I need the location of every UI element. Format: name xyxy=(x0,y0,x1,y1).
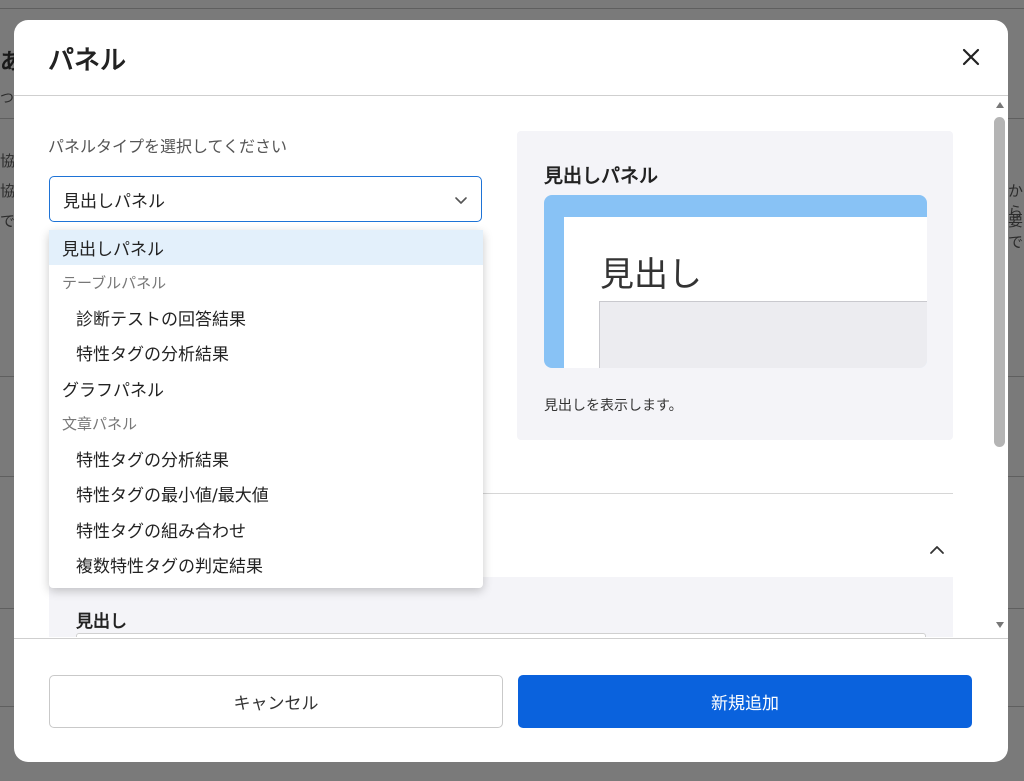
dropdown-option[interactable]: 診断テストの回答結果 xyxy=(49,300,483,335)
dropdown-group-label: テーブルパネル xyxy=(62,274,167,292)
background-text: で xyxy=(0,212,16,230)
dropdown-option[interactable]: グラフパネル xyxy=(49,371,483,406)
background-text: 協 xyxy=(0,182,16,200)
dropdown-option[interactable]: 特性タグの分析結果 xyxy=(49,335,483,370)
dropdown-option[interactable]: 複数特性タグの判定結果 xyxy=(49,547,483,582)
dropdown-option[interactable]: 特性タグの分析結果 xyxy=(49,441,483,476)
panel-type-label: パネルタイプを選択してください xyxy=(48,137,288,156)
background-text: 協 xyxy=(0,152,16,170)
select-value: 見出しパネル xyxy=(63,191,165,212)
dropdown-group-label: 文章パネル xyxy=(62,415,138,433)
dropdown-option[interactable]: 見出しパネル xyxy=(49,230,483,265)
dropdown-option[interactable]: 特性タグの最小値/最大値 xyxy=(49,476,483,511)
background-text: 要で xyxy=(1008,212,1024,251)
section-label: 見出し xyxy=(76,612,127,632)
background-subtitle: つ xyxy=(0,91,14,107)
heading-input[interactable] xyxy=(76,633,926,637)
scroll-thumb[interactable] xyxy=(994,117,1005,447)
close-button[interactable] xyxy=(958,44,984,70)
preview-image: 見出し xyxy=(544,195,927,368)
dropdown-option[interactable]: 特性タグの組み合わせ xyxy=(49,512,483,547)
scroll-down-icon[interactable] xyxy=(995,621,1005,629)
modal-header: パネル xyxy=(14,20,1008,96)
panel-type-dropdown: 見出しパネル テーブルパネル 診断テストの回答結果 特性タグの分析結果 グラフパ… xyxy=(49,230,483,588)
preview-title: 見出しパネル xyxy=(544,165,659,187)
cancel-button[interactable]: キャンセル xyxy=(49,675,503,728)
modal-body: パネルタイプを選択してください 見出しパネル 見出しパネル テーブルパネル 診断… xyxy=(14,97,1008,637)
scrollbar[interactable] xyxy=(991,97,1008,637)
panel-modal: パネル パネルタイプを選択してください 見出しパネル 見出しパネル テーブルパネ… xyxy=(14,20,1008,762)
scroll-up-icon[interactable] xyxy=(995,101,1005,109)
preview-description: 見出しを表示します。 xyxy=(544,398,683,414)
panel-preview: 見出しパネル 見出し 見出しを表示します。 xyxy=(517,131,953,440)
preview-heading-sample: 見出し xyxy=(600,255,702,295)
add-new-button[interactable]: 新規追加 xyxy=(518,675,972,728)
chevron-up-icon[interactable] xyxy=(928,541,946,559)
panel-type-select[interactable]: 見出しパネル xyxy=(49,176,482,222)
close-icon xyxy=(962,48,980,66)
modal-footer: キャンセル 新規追加 xyxy=(14,638,1008,762)
chevron-down-icon xyxy=(455,197,467,204)
modal-title: パネル xyxy=(48,46,127,76)
